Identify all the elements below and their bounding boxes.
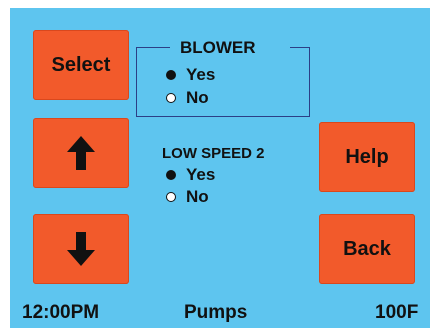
status-time: 12:00PM: [22, 302, 100, 323]
control-panel-screen: Select Help Back BLOWER Yes No LOW SPEED…: [10, 8, 430, 328]
low-speed-2-no-option[interactable]: No: [166, 187, 209, 207]
arrow-down-icon: [67, 232, 95, 266]
down-button[interactable]: [33, 214, 129, 284]
low-speed-2-no-label: No: [186, 187, 209, 206]
status-page-name: Pumps: [184, 302, 248, 323]
radio-unselected-icon: [166, 93, 176, 103]
low-speed-2-yes-option[interactable]: Yes: [166, 165, 215, 185]
low-speed-2-yes-label: Yes: [186, 165, 216, 184]
blower-no-option[interactable]: No: [166, 88, 209, 108]
radio-selected-icon: [166, 170, 176, 180]
select-button[interactable]: Select: [33, 30, 129, 100]
radio-unselected-icon: [166, 192, 176, 202]
back-button[interactable]: Back: [319, 214, 415, 284]
up-button[interactable]: [33, 118, 129, 188]
help-button-label: Help: [345, 145, 389, 168]
low-speed-2-title: LOW SPEED 2: [162, 145, 265, 162]
blower-title: BLOWER: [180, 38, 256, 57]
blower-no-label: No: [186, 88, 209, 107]
blower-yes-option[interactable]: Yes: [166, 65, 215, 85]
blower-yes-label: Yes: [186, 65, 216, 84]
arrow-up-icon: [67, 136, 95, 170]
radio-selected-icon: [166, 70, 176, 80]
status-temperature: 100F: [375, 302, 419, 323]
help-button[interactable]: Help: [319, 122, 415, 192]
select-button-label: Select: [51, 53, 111, 76]
back-button-label: Back: [343, 237, 391, 260]
